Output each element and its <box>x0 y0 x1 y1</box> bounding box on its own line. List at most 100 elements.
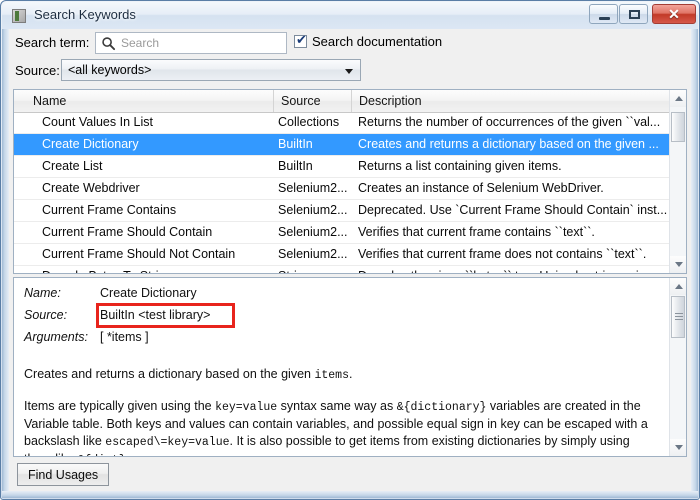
table-body: Count Values In List Collections Returns… <box>14 112 686 273</box>
app-window-icon <box>12 9 26 23</box>
window-frame-bottom <box>2 491 698 498</box>
checkbox-box[interactable]: ✔ <box>294 32 307 48</box>
cell-source: Selenium2... <box>278 225 348 239</box>
window-title: Search Keywords <box>34 7 136 22</box>
doc-text: Items are typically given using the <box>24 399 216 413</box>
client-area: Search term: Search ✔ Search documentati… <box>9 29 691 491</box>
table-scrollbar-thumb[interactable] <box>671 112 685 142</box>
detail-arguments-value: [ *items ] <box>100 330 149 344</box>
cell-name: Create List <box>42 159 103 173</box>
source-label: Source: <box>15 63 60 78</box>
chevron-up-icon <box>675 284 683 289</box>
table-row[interactable]: Current Frame Should Not Contain Seleniu… <box>14 244 686 266</box>
cell-name: Create Webdriver <box>42 181 140 195</box>
window-frame-right <box>691 29 698 498</box>
scroll-down-button[interactable] <box>670 256 686 273</box>
chevron-down-icon <box>675 262 683 267</box>
chevron-down-icon <box>675 445 683 450</box>
close-icon: ✕ <box>668 6 680 22</box>
detail-source-value: BuiltIn <test library> <box>100 308 211 322</box>
doc-text: syntax same way as <box>277 399 397 413</box>
detail-source-label: Source: <box>24 308 68 322</box>
cell-description: Decodes the given ``bytes`` to a Unicode… <box>358 266 682 273</box>
close-button[interactable]: ✕ <box>652 4 696 24</box>
title-bar[interactable]: Search Keywords ✕ <box>2 2 698 30</box>
search-keywords-window: Search Keywords ✕ Search term: Search ✔ … <box>0 0 700 500</box>
footer-bar: Find Usages <box>9 459 691 491</box>
doc-text: . <box>126 452 129 456</box>
chevron-down-icon <box>345 69 353 74</box>
cell-description: Returns the number of occurrences of the… <box>358 115 661 129</box>
table-row[interactable]: Create Webdriver Selenium2... Creates an… <box>14 178 686 200</box>
search-documentation-label: Search documentation <box>312 34 443 49</box>
column-header-name[interactable]: Name <box>26 90 274 112</box>
table-scrollbar[interactable] <box>669 90 686 273</box>
minimize-icon <box>599 17 610 20</box>
cell-description: Creates an instance of Selenium WebDrive… <box>358 181 604 195</box>
column-header-source[interactable]: Source <box>274 90 352 112</box>
cell-name: Current Frame Should Not Contain <box>42 247 236 261</box>
cell-description: Verifies that current frame does not con… <box>358 247 647 261</box>
cell-description: Verifies that current frame contains ``t… <box>358 225 595 239</box>
detail-name-label: Name: <box>24 286 61 300</box>
cell-source: Collections <box>278 115 340 129</box>
chevron-up-icon <box>675 96 683 101</box>
table-header: Name Source Description <box>14 90 686 113</box>
detail-scrollbar[interactable] <box>669 278 686 456</box>
search-term-label: Search term: <box>15 35 90 50</box>
cell-description: Deprecated. Use `Current Frame Should Co… <box>358 203 668 217</box>
doc-code: escaped\=key=value <box>105 436 230 449</box>
detail-arguments-label: Arguments: <box>24 330 88 344</box>
source-dropdown[interactable]: <all keywords> <box>61 59 361 81</box>
window-frame-left <box>2 29 9 498</box>
table-row[interactable]: Current Frame Contains Selenium2... Depr… <box>14 200 686 222</box>
doc-paragraph-1: Creates and returns a dictionary based o… <box>24 366 657 384</box>
cell-source: Selenium2... <box>278 203 348 217</box>
cell-description: Creates and returns a dictionary based o… <box>358 137 659 151</box>
source-dropdown-value: <all keywords> <box>68 63 152 77</box>
cell-source: Selenium2... <box>278 181 348 195</box>
doc-paragraph-2: Items are typically given using the key=… <box>24 398 657 456</box>
scroll-up-button[interactable] <box>670 90 686 107</box>
check-icon: ✔ <box>296 32 307 47</box>
doc-code: items <box>314 369 349 382</box>
maximize-icon <box>629 10 640 19</box>
doc-code: key=value <box>215 401 278 414</box>
table-row-selected[interactable]: Create Dictionary BuiltIn Creates and re… <box>14 134 686 156</box>
scroll-down-button[interactable] <box>670 439 686 456</box>
scroll-up-button[interactable] <box>670 278 686 295</box>
search-icon <box>102 37 116 51</box>
grip-icon <box>675 313 683 321</box>
keyword-metadata: Name: Create Dictionary Source: BuiltIn … <box>14 278 669 360</box>
cell-name: Decode Bytes To String <box>42 266 274 273</box>
search-input-placeholder: Search <box>121 36 160 50</box>
table-row[interactable]: Current Frame Should Contain Selenium2..… <box>14 222 686 244</box>
doc-code: &{dict} <box>78 454 126 456</box>
source-filter-row: Source: <all keywords> <box>9 59 691 85</box>
find-usages-button[interactable]: Find Usages <box>17 463 110 486</box>
cell-name: Current Frame Contains <box>42 203 177 217</box>
maximize-button[interactable] <box>619 4 648 24</box>
table-row[interactable]: Create List BuiltIn Returns a list conta… <box>14 156 686 178</box>
search-term-row: Search term: Search ✔ Search documentati… <box>9 31 691 57</box>
cell-name: Current Frame Should Contain <box>42 225 213 239</box>
cell-name: Create Dictionary <box>42 137 139 151</box>
detail-scrollbar-thumb[interactable] <box>671 296 685 338</box>
search-input[interactable]: Search <box>95 32 287 54</box>
doc-text: Creates and returns a dictionary based o… <box>24 367 315 381</box>
minimize-button[interactable] <box>589 4 618 24</box>
cell-description: Returns a list containing given items. <box>358 159 562 173</box>
keyword-detail-panel: Name: Create Dictionary Source: BuiltIn … <box>13 277 687 457</box>
column-header-description[interactable]: Description <box>352 90 686 112</box>
cell-source: Selenium2... <box>278 247 348 261</box>
table-row[interactable]: Count Values In List Collections Returns… <box>14 112 686 134</box>
cell-source: BuiltIn <box>278 137 313 151</box>
cell-source: String <box>278 266 354 273</box>
cell-source: BuiltIn <box>278 159 313 173</box>
keyword-documentation: Creates and returns a dictionary based o… <box>14 360 669 456</box>
detail-name-value: Create Dictionary <box>100 286 197 300</box>
table-row[interactable]: Decode Bytes To String String Decodes th… <box>14 266 686 273</box>
keywords-table: Name Source Description Count Values In … <box>13 89 687 274</box>
doc-code: &{dictionary} <box>396 401 487 414</box>
cell-name: Count Values In List <box>42 115 153 129</box>
